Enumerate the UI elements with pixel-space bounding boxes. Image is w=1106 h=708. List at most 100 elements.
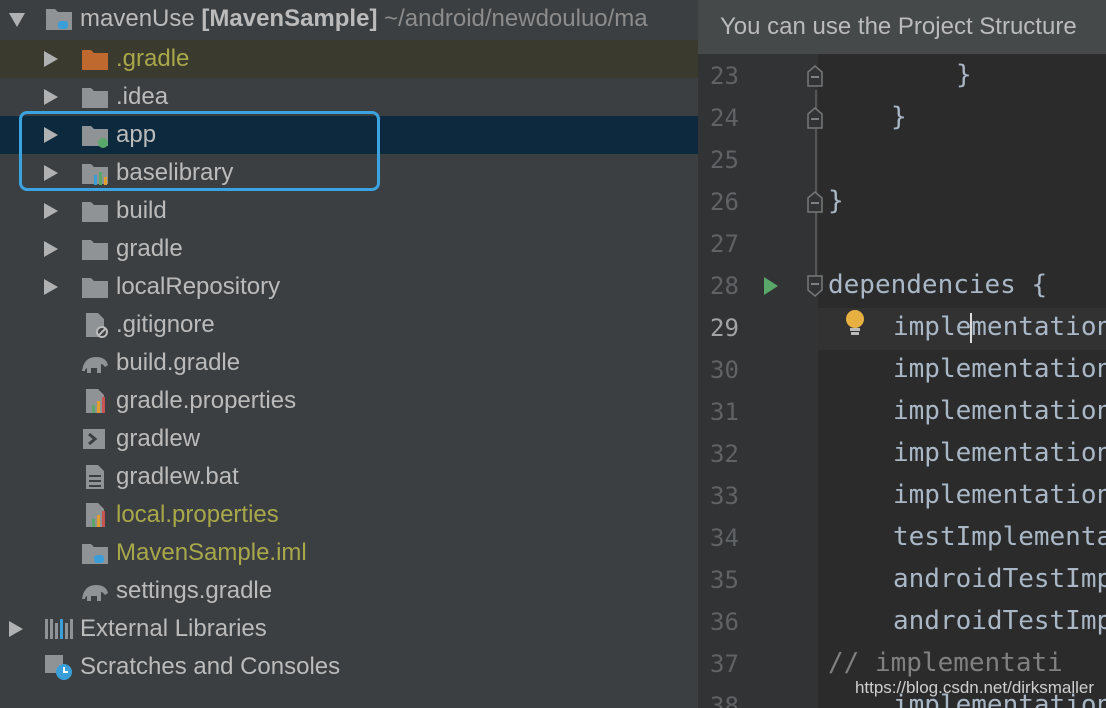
module-folder-icon: [44, 5, 74, 33]
code-line-36: androidTestImp: [893, 606, 1106, 636]
code-editor[interactable]: You can use the Project Structure 23 24 …: [698, 0, 1106, 708]
code-line-31: implementation: [893, 396, 1106, 426]
expand-arrow-icon[interactable]: [9, 621, 23, 637]
tree-item-idea[interactable]: .idea: [0, 78, 698, 116]
tree-item-label: gradle.properties: [116, 387, 297, 414]
expand-arrow-icon[interactable]: [9, 13, 25, 27]
folder-icon: [80, 83, 110, 111]
expand-arrow-icon[interactable]: [44, 89, 58, 105]
tree-item-settings-gradle[interactable]: settings.gradle: [0, 572, 698, 610]
tree-item-gradlew[interactable]: gradlew: [0, 420, 698, 458]
library-module-folder-icon: [80, 159, 110, 187]
tree-item-app[interactable]: app: [0, 116, 698, 154]
tree-item-label: gradlew: [116, 425, 201, 452]
folder-icon: [80, 235, 110, 263]
line-number: 27: [710, 230, 739, 258]
tree-item-label: .idea: [116, 83, 169, 110]
tree-item-label: gradlew.bat: [116, 463, 239, 490]
tree-item-local-properties[interactable]: local.properties: [0, 496, 698, 534]
tree-item-label: External Libraries: [80, 615, 267, 642]
fold-marker-icon[interactable]: [806, 274, 824, 298]
tree-item-label: .gitignore: [116, 311, 215, 338]
libraries-icon: [44, 615, 74, 643]
tree-item-gradlew-bat[interactable]: gradlew.bat: [0, 458, 698, 496]
line-number: 29: [710, 314, 739, 342]
fold-marker-icon[interactable]: [806, 106, 824, 130]
line-number: 25: [710, 146, 739, 174]
scratches-clock-icon: [44, 653, 74, 681]
tree-item-label: build: [116, 197, 167, 224]
tree-item-baselibrary[interactable]: baselibrary: [0, 154, 698, 192]
tree-item-label: baselibrary: [116, 159, 234, 186]
code-line-34: testImplementa: [893, 522, 1106, 552]
line-number: 32: [710, 440, 739, 468]
gradle-elephant-icon: [80, 349, 110, 377]
line-number: 34: [710, 524, 739, 552]
expand-arrow-icon[interactable]: [44, 51, 58, 67]
expand-arrow-icon[interactable]: [44, 127, 58, 143]
tree-item-gradle-properties[interactable]: gradle.properties: [0, 382, 698, 420]
code-line-26: }: [828, 186, 844, 216]
line-number: 30: [710, 356, 739, 384]
code-line-30: implementation: [893, 354, 1106, 384]
tree-item-mavensample-iml[interactable]: MavenSample.iml: [0, 534, 698, 572]
line-number: 23: [710, 62, 739, 90]
fold-marker-icon[interactable]: [806, 190, 824, 214]
fold-marker-icon[interactable]: [806, 64, 824, 88]
folder-icon: [80, 197, 110, 225]
tree-item-label: settings.gradle: [116, 577, 273, 604]
line-number: 36: [710, 608, 739, 636]
project-tree: mavenUse [MavenSample] ~/android/newdoul…: [0, 0, 698, 708]
tree-item-label: build.gradle: [116, 349, 241, 376]
tree-item-dot-gradle[interactable]: .gradle: [0, 40, 698, 78]
tree-item-label: MavenSample.iml: [116, 539, 307, 566]
line-number: 33: [710, 482, 739, 510]
code-line-32: implementation: [893, 438, 1106, 468]
tree-item-label: gradle: [116, 235, 183, 262]
tree-item-localrepository[interactable]: localRepository: [0, 268, 698, 306]
tree-root-label: mavenUse [MavenSample] ~/android/newdoul…: [80, 5, 648, 32]
expand-arrow-icon[interactable]: [44, 241, 58, 257]
line-number: 37: [710, 650, 739, 678]
code-line-29: implementation: [893, 312, 1106, 342]
code-line-37: // implementati: [828, 648, 1063, 678]
intention-bulb-icon[interactable]: [844, 308, 866, 338]
watermark: https://blog.csdn.net/dirksmaller: [854, 678, 1094, 697]
folder-icon: [80, 45, 110, 73]
ignored-file-icon: [80, 311, 110, 339]
code-line-24: }: [891, 102, 907, 132]
line-number: 24: [710, 104, 739, 132]
folder-icon: [80, 273, 110, 301]
tree-item-external-libraries[interactable]: External Libraries: [0, 610, 698, 648]
code-line-33: implementation: [893, 480, 1106, 510]
tree-item-gitignore[interactable]: .gitignore: [0, 306, 698, 344]
tree-root-row[interactable]: mavenUse [MavenSample] ~/android/newdoul…: [0, 0, 698, 38]
tree-item-label: app: [116, 121, 157, 148]
line-number: 35: [710, 566, 739, 594]
expand-arrow-icon[interactable]: [44, 165, 58, 181]
run-gutter-icon[interactable]: [762, 276, 780, 296]
expand-arrow-icon[interactable]: [44, 203, 58, 219]
line-number: 26: [710, 188, 739, 216]
gradle-elephant-icon: [80, 577, 110, 605]
text-caret: [970, 313, 972, 343]
code-line-28: dependencies {: [828, 270, 1048, 300]
line-number: 28: [710, 272, 739, 300]
shell-script-icon: [80, 425, 110, 453]
tree-item-label: .gradle: [116, 45, 190, 72]
tree-item-label: local.properties: [116, 501, 279, 528]
code-line-23: }: [956, 60, 972, 90]
tree-item-build-gradle[interactable]: build.gradle: [0, 344, 698, 382]
properties-file-icon: [80, 501, 110, 529]
tree-item-build[interactable]: build: [0, 192, 698, 230]
line-number: 31: [710, 398, 739, 426]
tree-item-scratches[interactable]: Scratches and Consoles: [0, 648, 698, 686]
module-file-icon: [80, 539, 110, 567]
line-number: 38: [710, 692, 739, 708]
properties-file-icon: [80, 387, 110, 415]
expand-arrow-icon[interactable]: [44, 279, 58, 295]
project-structure-banner: You can use the Project Structure: [698, 0, 1106, 54]
code-line-35: androidTestImp: [893, 564, 1106, 594]
text-file-icon: [80, 463, 110, 491]
tree-item-gradle[interactable]: gradle: [0, 230, 698, 268]
